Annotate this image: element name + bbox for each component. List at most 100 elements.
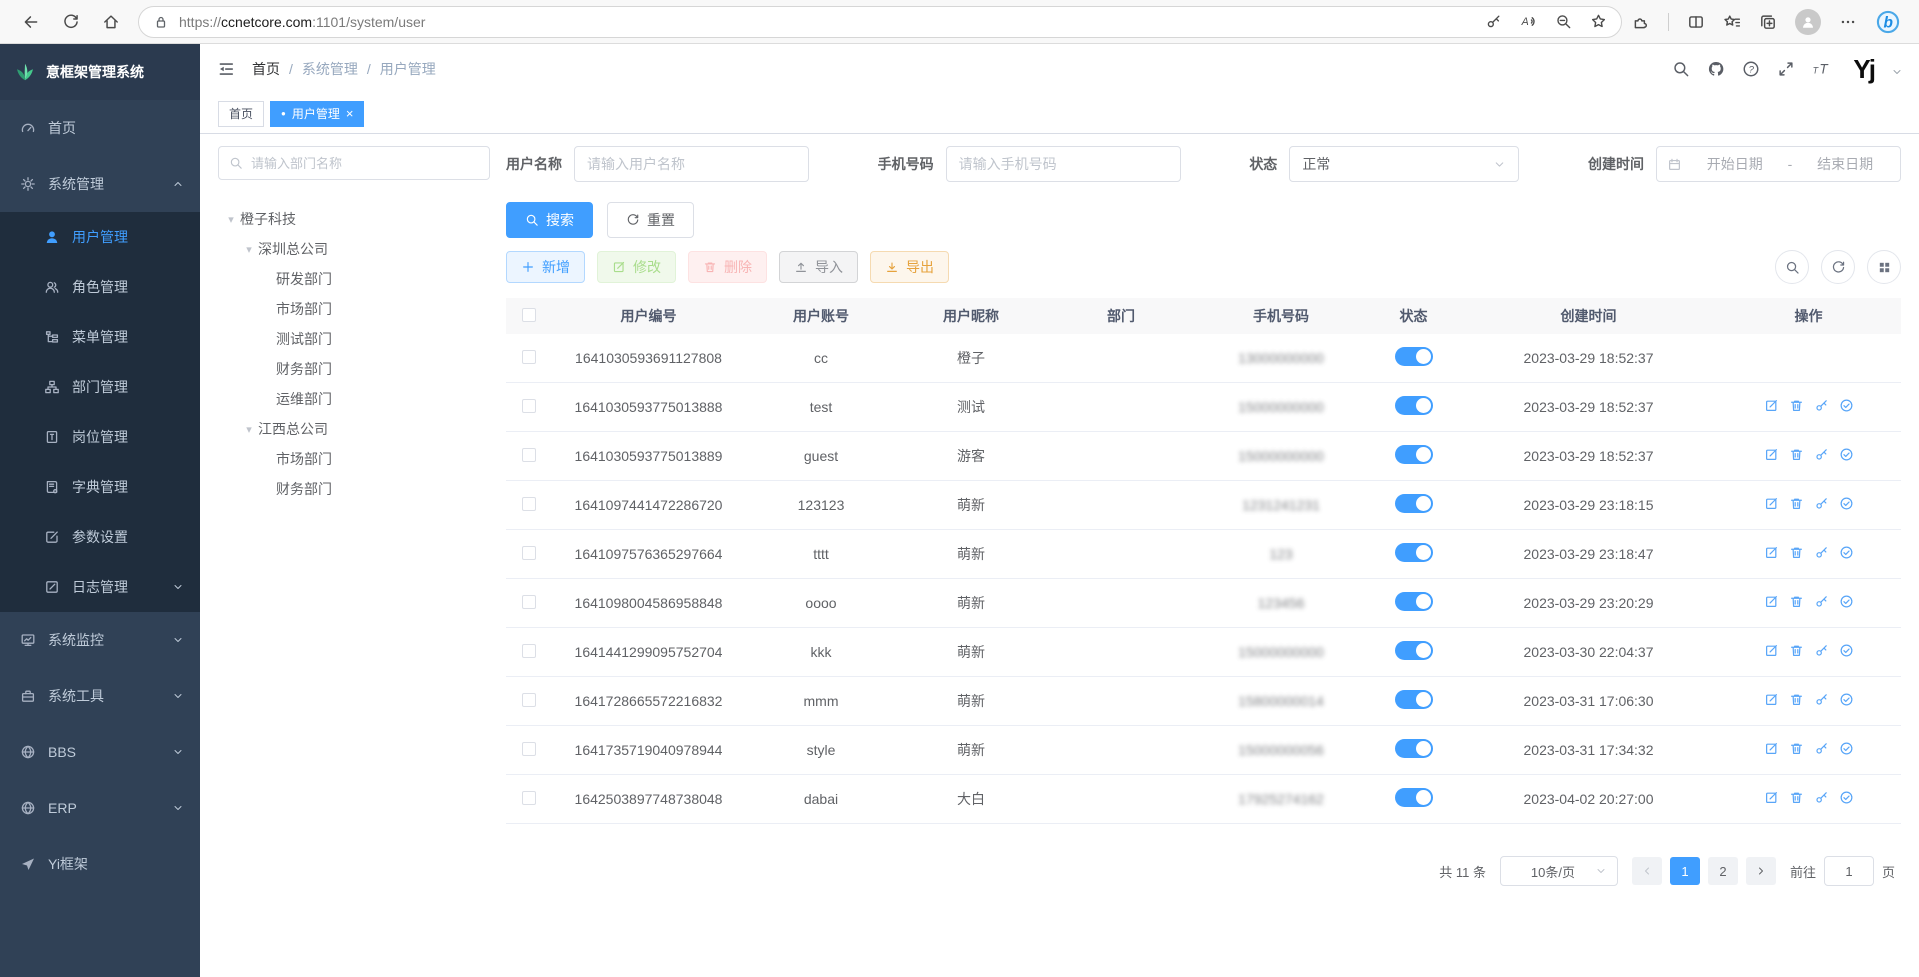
prev-page-button[interactable]: [1632, 857, 1662, 885]
page-button-1[interactable]: 1: [1670, 857, 1700, 885]
fullscreen-icon[interactable]: [1777, 60, 1795, 78]
tree-node[interactable]: 市场部门: [218, 294, 490, 324]
sidebar-item-yi-framework[interactable]: Yi框架: [0, 836, 200, 892]
browser-reload-icon[interactable]: [62, 13, 80, 31]
edit-icon[interactable]: [1764, 447, 1779, 462]
delete-icon[interactable]: [1789, 545, 1804, 560]
table-refresh-button[interactable]: [1821, 250, 1855, 284]
address-bar[interactable]: https://ccnetcore.com:1101/system/user A: [138, 6, 1622, 38]
browser-menu-icon[interactable]: [1839, 13, 1857, 31]
sidebar-item-param-settings[interactable]: 参数设置: [0, 512, 200, 562]
tree-node[interactable]: 运维部门: [218, 384, 490, 414]
reset-password-icon[interactable]: [1814, 447, 1829, 462]
date-range-picker[interactable]: 开始日期 - 结束日期: [1656, 146, 1901, 182]
caret-down-icon[interactable]: ▾: [240, 243, 258, 256]
status-toggle[interactable]: [1395, 592, 1433, 611]
page-button-2[interactable]: 2: [1708, 857, 1738, 885]
status-toggle[interactable]: [1395, 739, 1433, 758]
sidebar-item-home[interactable]: 首页: [0, 100, 200, 156]
sidebar-item-tools[interactable]: 系统工具: [0, 668, 200, 724]
add-button[interactable]: 新增: [506, 251, 585, 283]
username-input[interactable]: [574, 146, 809, 182]
status-toggle[interactable]: [1395, 347, 1433, 366]
breadcrumb-item[interactable]: 系统管理: [302, 59, 358, 79]
sidebar-item-dept-mgmt[interactable]: 部门管理: [0, 362, 200, 412]
delete-icon[interactable]: [1789, 496, 1804, 511]
status-toggle[interactable]: [1395, 641, 1433, 660]
tab-close-icon[interactable]: ×: [346, 106, 354, 121]
row-checkbox[interactable]: [522, 497, 536, 511]
select-all-checkbox[interactable]: [522, 308, 536, 322]
row-checkbox[interactable]: [522, 448, 536, 462]
import-button[interactable]: 导入: [779, 251, 858, 283]
status-toggle[interactable]: [1395, 788, 1433, 807]
assign-role-icon[interactable]: [1839, 496, 1854, 511]
delete-icon[interactable]: [1789, 692, 1804, 707]
row-checkbox[interactable]: [522, 644, 536, 658]
browser-home-icon[interactable]: [102, 13, 120, 31]
reset-password-icon[interactable]: [1814, 692, 1829, 707]
sidebar-item-bbs[interactable]: BBS: [0, 724, 200, 780]
favorites-icon[interactable]: [1723, 13, 1741, 31]
sidebar-item-system[interactable]: 系统管理: [0, 156, 200, 212]
tree-node[interactable]: 财务部门: [218, 354, 490, 384]
breadcrumb-item[interactable]: 首页: [252, 59, 280, 79]
tab-home[interactable]: 首页: [218, 101, 264, 127]
assign-role-icon[interactable]: [1839, 545, 1854, 560]
reset-password-icon[interactable]: [1814, 643, 1829, 658]
sidebar-collapse-icon[interactable]: [216, 59, 236, 79]
delete-icon[interactable]: [1789, 741, 1804, 756]
delete-icon[interactable]: [1789, 398, 1804, 413]
tree-node[interactable]: ▾深圳总公司: [218, 234, 490, 264]
url-text[interactable]: https://ccnetcore.com:1101/system/user: [179, 14, 1475, 30]
phone-input[interactable]: [946, 146, 1181, 182]
assign-role-icon[interactable]: [1839, 741, 1854, 756]
delete-button[interactable]: 删除: [688, 251, 767, 283]
reset-button[interactable]: 重置: [607, 202, 694, 238]
next-page-button[interactable]: [1746, 857, 1776, 885]
goto-page-input[interactable]: [1824, 856, 1874, 886]
delete-icon[interactable]: [1789, 447, 1804, 462]
edit-icon[interactable]: [1764, 790, 1779, 805]
github-icon[interactable]: [1707, 60, 1725, 78]
edit-icon[interactable]: [1764, 692, 1779, 707]
status-toggle[interactable]: [1395, 396, 1433, 415]
status-toggle[interactable]: [1395, 445, 1433, 464]
row-checkbox[interactable]: [522, 546, 536, 560]
reset-password-icon[interactable]: [1814, 545, 1829, 560]
reset-password-icon[interactable]: [1814, 398, 1829, 413]
reset-password-icon[interactable]: [1814, 790, 1829, 805]
edit-icon[interactable]: [1764, 496, 1779, 511]
edit-icon[interactable]: [1764, 398, 1779, 413]
delete-icon[interactable]: [1789, 594, 1804, 609]
edit-icon[interactable]: [1764, 643, 1779, 658]
read-aloud-icon[interactable]: A: [1520, 13, 1537, 30]
sidebar-item-menu-mgmt[interactable]: 菜单管理: [0, 312, 200, 362]
split-screen-icon[interactable]: [1687, 13, 1705, 31]
tree-node[interactable]: 研发部门: [218, 264, 490, 294]
sidebar-item-post-mgmt[interactable]: 岗位管理: [0, 412, 200, 462]
reset-password-icon[interactable]: [1814, 496, 1829, 511]
lock-icon[interactable]: [153, 14, 169, 30]
row-checkbox[interactable]: [522, 742, 536, 756]
row-checkbox[interactable]: [522, 693, 536, 707]
assign-role-icon[interactable]: [1839, 594, 1854, 609]
help-icon[interactable]: ?: [1742, 60, 1760, 78]
search-button[interactable]: 搜索: [506, 202, 593, 238]
sidebar-item-log-mgmt[interactable]: 日志管理: [0, 562, 200, 612]
status-toggle[interactable]: [1395, 543, 1433, 562]
dept-search-input[interactable]: [251, 156, 479, 171]
collections-icon[interactable]: [1759, 13, 1777, 31]
tree-node[interactable]: 财务部门: [218, 474, 490, 504]
password-icon[interactable]: [1485, 13, 1502, 30]
edit-icon[interactable]: [1764, 545, 1779, 560]
status-toggle[interactable]: [1395, 690, 1433, 709]
assign-role-icon[interactable]: [1839, 398, 1854, 413]
sidebar-item-monitor[interactable]: 系统监控: [0, 612, 200, 668]
reset-password-icon[interactable]: [1814, 741, 1829, 756]
user-avatar[interactable]: Yj: [1853, 56, 1874, 82]
sidebar-item-role-mgmt[interactable]: 角色管理: [0, 262, 200, 312]
caret-down-icon[interactable]: ▾: [240, 423, 258, 436]
page-size-select[interactable]: 10条/页: [1500, 856, 1618, 886]
row-checkbox[interactable]: [522, 350, 536, 364]
